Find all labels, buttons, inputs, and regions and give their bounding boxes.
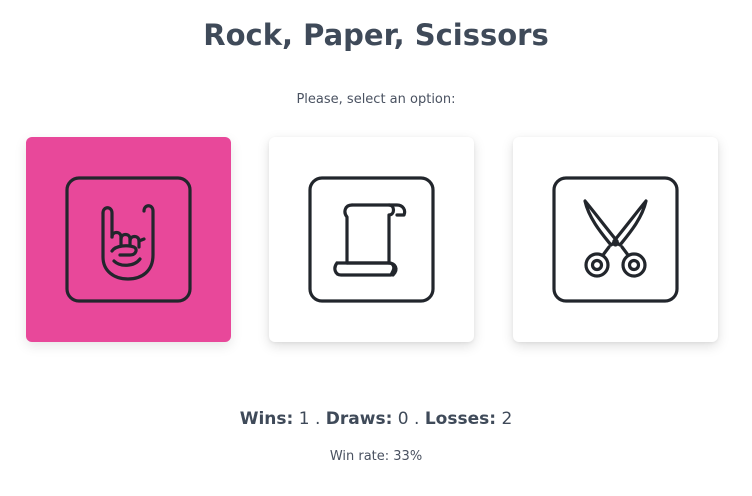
draws-count: 0 — [397, 409, 409, 429]
separator: . — [414, 409, 420, 429]
rock-option-card[interactable] — [26, 137, 231, 342]
separator: . — [314, 409, 321, 429]
paper-option-card[interactable] — [269, 137, 474, 342]
select-prompt: Please, select an option: — [296, 92, 456, 107]
wins-count: 1 — [298, 409, 310, 429]
rock-hand-icon — [64, 175, 193, 304]
scissors-option-card[interactable] — [513, 137, 718, 342]
paper-scroll-icon — [307, 175, 436, 304]
losses-label: Losses: — [424, 409, 497, 429]
wins-label: Wins: — [239, 409, 294, 429]
draws-label: Draws: — [325, 409, 393, 429]
scissors-icon — [551, 175, 680, 304]
win-rate: Win rate: 33% — [329, 449, 423, 464]
game-title: Rock, Paper, Scissors — [203, 18, 549, 52]
score-line: Wins: 1 . Draws: 0 . Losses: 2 — [0, 409, 752, 429]
option-cards — [26, 137, 718, 342]
losses-count: 2 — [501, 409, 513, 429]
